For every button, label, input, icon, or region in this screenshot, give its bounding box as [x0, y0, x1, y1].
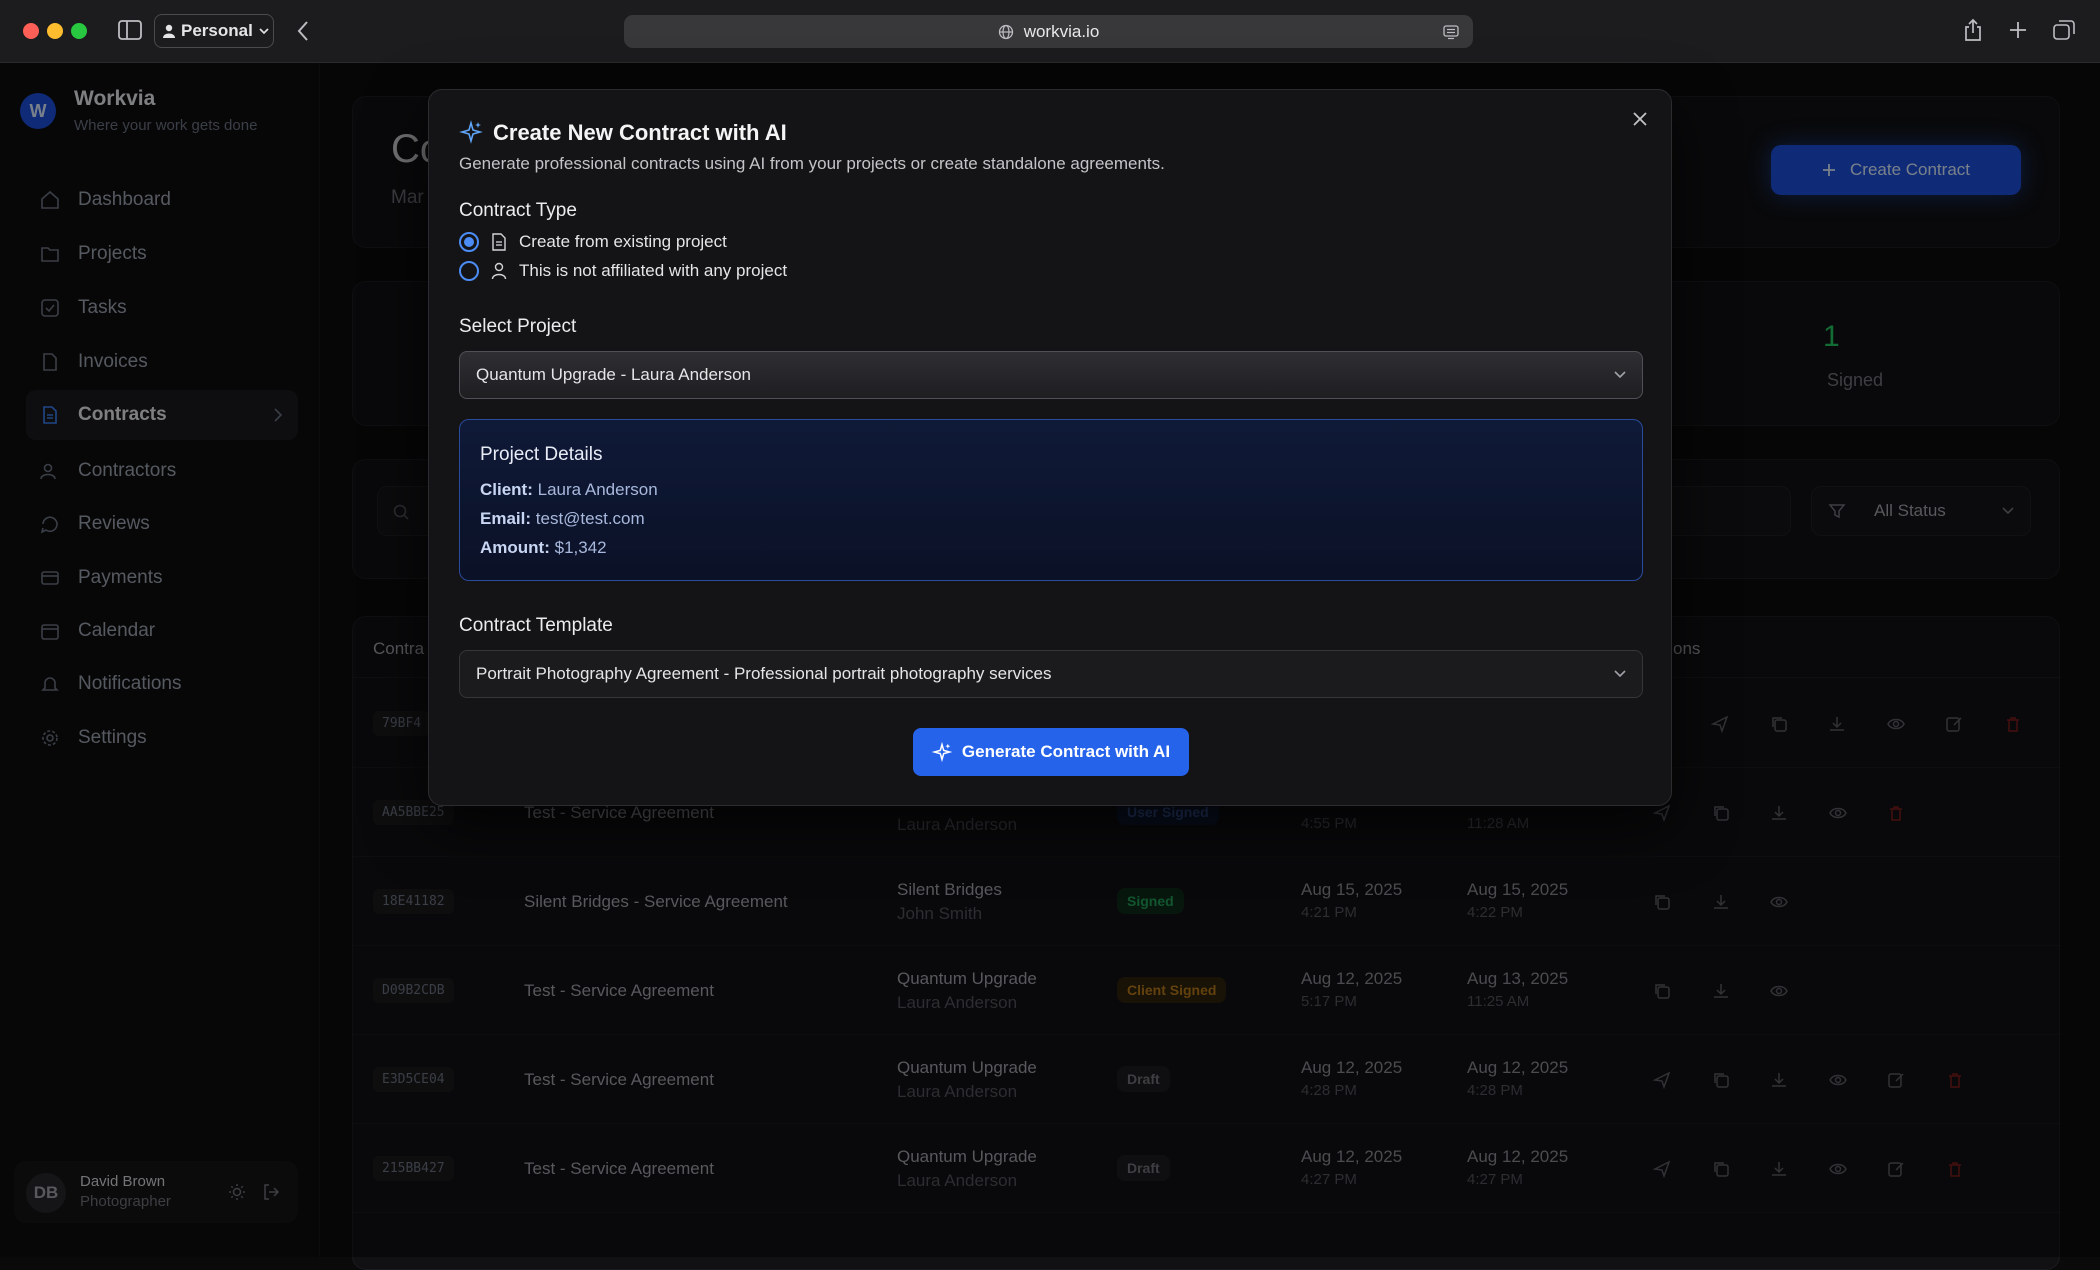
dialog-subtitle: Generate professional contracts using AI… — [459, 154, 1165, 173]
project-email: Email: test@test.com — [480, 509, 645, 528]
close-window-button[interactable] — [23, 23, 39, 39]
generate-button-label: Generate Contract with AI — [961, 742, 1171, 761]
browser-toolbar: Personal workvia.io — [0, 0, 2100, 63]
sparkles-icon — [931, 742, 952, 762]
url-text: workvia.io — [1023, 21, 1100, 41]
template-select[interactable]: Portrait Photography Agreement - Profess… — [459, 650, 1643, 698]
project-details-panel: Project Details Client: Laura Anderson E… — [459, 419, 1643, 581]
reader-icon[interactable] — [1443, 24, 1459, 40]
option-existing-label: Create from existing project — [519, 232, 727, 251]
option-unaffiliated-label: This is not affiliated with any project — [519, 261, 788, 280]
project-select[interactable]: Quantum Upgrade - Laura Anderson — [459, 351, 1643, 399]
profile-switcher[interactable]: Personal — [154, 14, 274, 48]
maximize-window-button[interactable] — [71, 23, 87, 39]
sidebar-toggle-icon[interactable] — [118, 20, 142, 40]
back-icon[interactable] — [296, 20, 310, 42]
minimize-window-button[interactable] — [47, 23, 63, 39]
radio-existing-project[interactable]: Create from existing project — [459, 232, 727, 252]
chevron-down-icon — [1614, 670, 1626, 678]
profile-label: Personal — [181, 21, 253, 40]
new-tab-icon[interactable] — [2009, 21, 2027, 39]
sparkles-icon — [459, 120, 483, 144]
radio-button-selected[interactable] — [459, 232, 479, 252]
contract-type-label: Contract Type — [459, 200, 577, 221]
project-client: Client: Laura Anderson — [480, 480, 658, 499]
dialog-title: Create New Contract with AI — [493, 120, 787, 145]
select-project-label: Select Project — [459, 316, 577, 337]
radio-unaffiliated[interactable]: This is not affiliated with any project — [459, 261, 787, 281]
radio-button-unselected[interactable] — [459, 261, 479, 281]
create-contract-dialog: Create New Contract with AI Generate pro… — [428, 89, 1672, 806]
close-icon[interactable] — [1633, 112, 1647, 126]
address-bar[interactable]: workvia.io — [624, 15, 1473, 48]
person-icon — [163, 24, 175, 38]
chevron-down-icon — [259, 27, 269, 35]
project-select-value: Quantum Upgrade - Laura Anderson — [476, 365, 752, 384]
document-icon — [491, 233, 507, 251]
tab-overview-icon[interactable] — [2053, 20, 2075, 40]
project-details-title: Project Details — [480, 444, 603, 465]
person-icon — [491, 262, 507, 280]
generate-contract-button[interactable]: Generate Contract with AI — [913, 728, 1189, 776]
globe-icon — [998, 24, 1014, 40]
chevron-down-icon — [1614, 371, 1626, 379]
share-icon[interactable] — [1964, 18, 1982, 42]
project-amount: Amount: $1,342 — [480, 538, 607, 557]
template-select-value: Portrait Photography Agreement - Profess… — [476, 664, 1052, 683]
contract-template-label: Contract Template — [459, 615, 613, 636]
